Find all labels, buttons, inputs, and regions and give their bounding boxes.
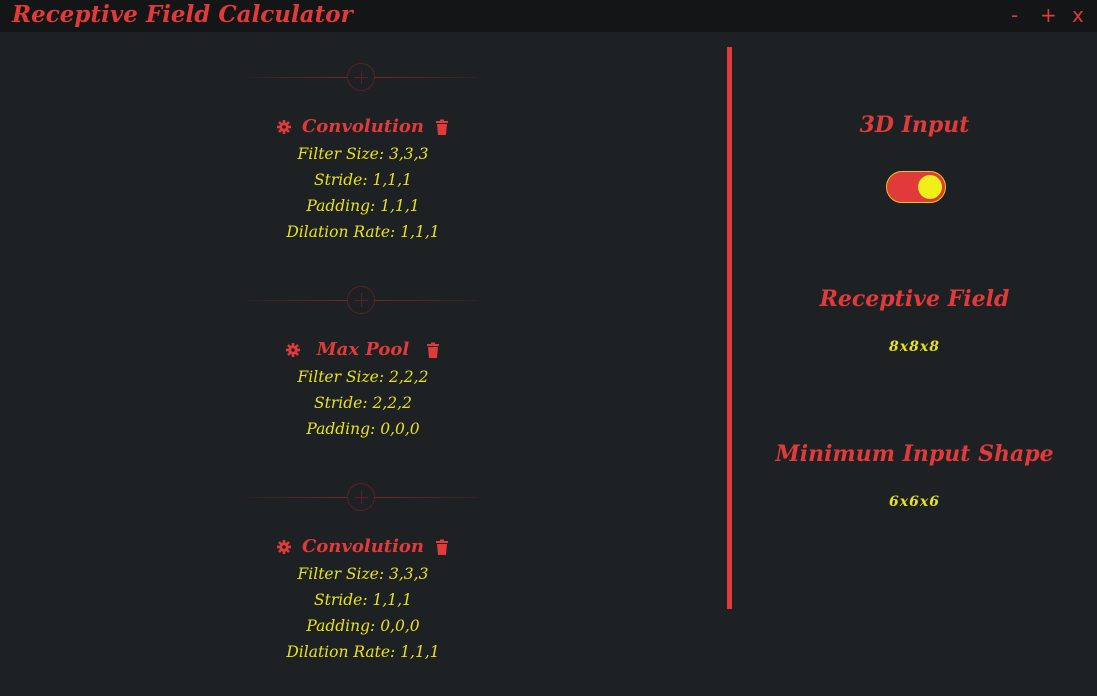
layer-param: Filter Size: 3,3,3 [297, 565, 429, 583]
layer-param: Padding: 1,1,1 [306, 197, 420, 215]
add-layer-row [248, 286, 478, 316]
app-title: Receptive Field Calculator [12, 1, 353, 28]
add-layer-button[interactable] [347, 286, 375, 314]
layer-param: Padding: 0,0,0 [306, 420, 420, 438]
layer-card: Convolution Filter Size: 3,3,3 Stride: 1… [248, 533, 478, 665]
min-input-shape-label: Minimum Input Shape [775, 441, 1054, 467]
trash-icon[interactable] [434, 119, 450, 135]
add-layer-button[interactable] [347, 63, 375, 91]
minimize-button[interactable]: - [1011, 2, 1018, 28]
layer-param: Dilation Rate: 1,1,1 [286, 643, 440, 661]
add-layer-button[interactable] [347, 483, 375, 511]
layer-param: Stride: 1,1,1 [314, 591, 412, 609]
layer-param: Padding: 0,0,0 [306, 617, 420, 635]
layer-name: Max Pool [316, 339, 410, 360]
trash-icon[interactable] [434, 539, 450, 555]
add-layer-row [248, 483, 478, 513]
receptive-field-label: Receptive Field [819, 286, 1010, 312]
receptive-field-value: 8x8x8 [889, 339, 940, 355]
trash-icon[interactable] [425, 342, 441, 358]
close-button[interactable]: x [1072, 2, 1084, 28]
layer-param: Filter Size: 3,3,3 [297, 145, 429, 163]
title-bar: Receptive Field Calculator - + x [0, 0, 1097, 32]
layer-param: Dilation Rate: 1,1,1 [286, 223, 440, 241]
3d-input-toggle[interactable] [886, 171, 946, 203]
layer-param: Stride: 2,2,2 [314, 394, 412, 412]
layer-param: Filter Size: 2,2,2 [297, 368, 429, 386]
add-layer-row [248, 63, 478, 93]
layer-card: Convolution Filter Size: 3,3,3 Stride: 1… [248, 113, 478, 245]
input-mode-label: 3D Input [859, 112, 970, 138]
maximize-button[interactable]: + [1040, 2, 1057, 28]
layer-param: Stride: 1,1,1 [314, 171, 412, 189]
min-input-shape-value: 6x6x6 [889, 494, 940, 510]
layer-card: Max Pool Filter Size: 2,2,2 Stride: 2,2,… [248, 336, 478, 442]
toggle-knob [918, 175, 942, 199]
